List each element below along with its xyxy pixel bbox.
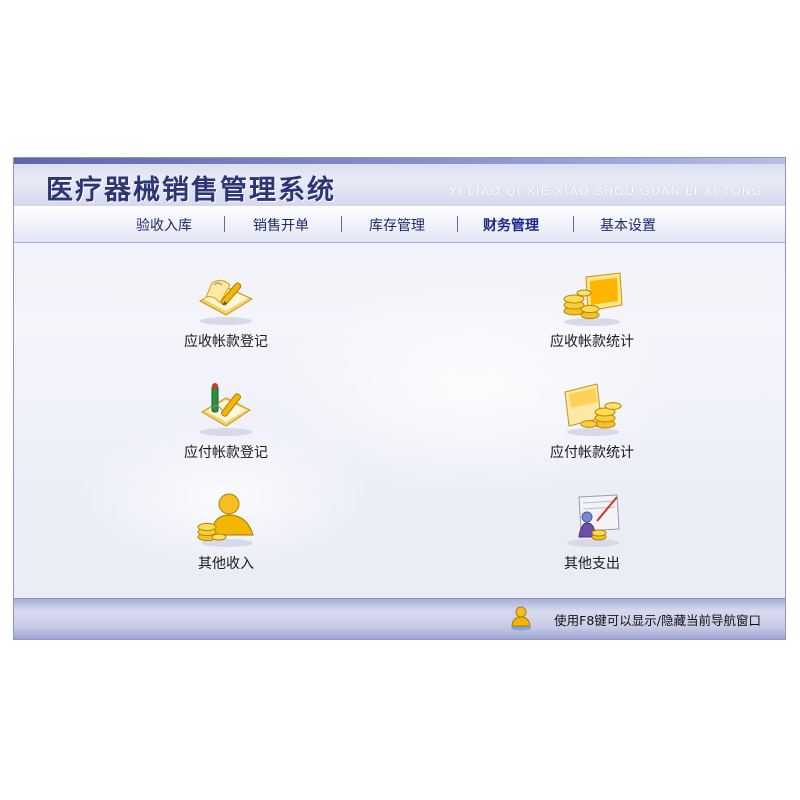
nav-item-settings[interactable]: 基本设置	[600, 215, 656, 235]
person-coins-icon	[197, 493, 254, 547]
main-nav: 验收入库 销售开单 库存管理 财务管理 基本设置	[14, 206, 785, 243]
coins-cards-icon	[564, 383, 622, 436]
title-band	[14, 158, 785, 164]
nav-separator	[341, 216, 342, 232]
app-pinyin-subtitle: YI LIAO QI XIE XIAO SHOU GUAN LI XI TONG	[448, 184, 763, 198]
status-bar: 使用F8键可以显示/隐藏当前导航窗口	[14, 598, 785, 639]
user-icon	[511, 606, 531, 631]
notebook-pencil-icon	[198, 279, 254, 325]
tile-receivable-entry[interactable]: 应收帐款登记	[156, 271, 296, 351]
nav-item-finance[interactable]: 财务管理	[483, 215, 539, 235]
notebook-pen-icon	[200, 383, 252, 436]
tile-payable-entry[interactable]: 应付帐款登记	[156, 380, 296, 462]
tile-receivable-stats[interactable]: 应收帐款统计	[522, 271, 662, 351]
tile-payable-stats[interactable]: 应付帐款统计	[522, 380, 662, 462]
tile-label: 应付帐款统计	[550, 445, 634, 461]
nav-item-sales[interactable]: 销售开单	[253, 215, 309, 235]
tile-label: 应收帐款统计	[550, 334, 634, 350]
nav-separator	[573, 216, 574, 232]
nav-item-receiving[interactable]: 验收入库	[136, 215, 192, 235]
app-window: 医疗器械销售管理系统 YI LIAO QI XIE XIAO SHOU GUAN…	[13, 157, 786, 640]
app-title: 医疗器械销售管理系统	[46, 175, 336, 206]
tile-label: 其他收入	[198, 556, 254, 572]
person-chart-icon	[567, 494, 620, 547]
tile-other-income[interactable]: 其他收入	[156, 491, 296, 573]
nav-item-inventory[interactable]: 库存管理	[369, 215, 425, 235]
tile-label: 应收帐款登记	[184, 334, 268, 350]
coins-monitor-icon	[563, 272, 623, 326]
f8-hint-text: 使用F8键可以显示/隐藏当前导航窗口	[554, 613, 761, 628]
tile-label: 其他支出	[564, 556, 620, 572]
title-bar: 医疗器械销售管理系统 YI LIAO QI XIE XIAO SHOU GUAN…	[14, 158, 785, 207]
nav-separator	[457, 216, 458, 232]
tile-other-expense[interactable]: 其他支出	[522, 491, 662, 573]
tile-label: 应付帐款登记	[184, 445, 268, 461]
nav-separator	[224, 216, 225, 232]
